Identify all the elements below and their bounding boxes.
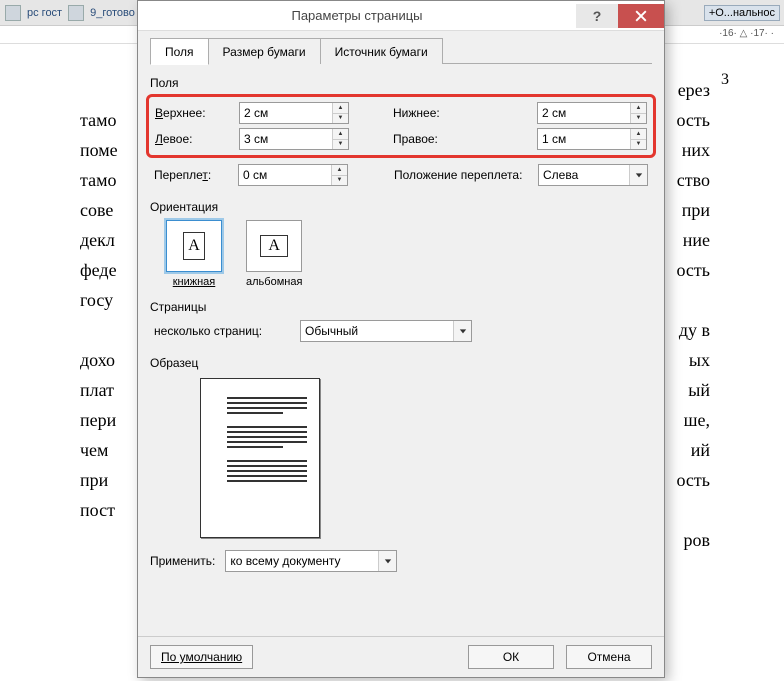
preview-page-icon (200, 378, 320, 538)
section-orientation-label: Ориентация (150, 200, 652, 214)
open-doc-1[interactable]: рс гост (27, 7, 62, 19)
portrait-label: книжная (173, 276, 216, 288)
section-margins-label: Поля (150, 76, 652, 90)
spin-down-icon[interactable]: ▼ (631, 114, 646, 124)
cancel-button[interactable]: Отмена (566, 645, 652, 669)
spin-up-icon[interactable]: ▲ (333, 129, 348, 140)
right-margin-field[interactable] (538, 129, 630, 149)
dialog-title: Параметры страницы (138, 8, 576, 23)
margins-highlight: Верхнее: ▲▼ Нижнее: ▲▼ Левое: ▲▼ (146, 94, 656, 158)
ruler-marks: ·16· △ ·17· · (719, 28, 774, 39)
help-button[interactable]: ? (576, 4, 618, 28)
multiple-pages-field[interactable] (301, 321, 453, 341)
portrait-icon: A (183, 232, 205, 260)
tab-fields[interactable]: Поля (150, 38, 209, 65)
spin-up-icon[interactable]: ▲ (333, 103, 348, 114)
dropdown-icon[interactable] (378, 551, 396, 571)
spin-down-icon[interactable]: ▼ (333, 140, 348, 150)
close-icon (635, 10, 647, 22)
left-margin-field[interactable] (240, 129, 332, 149)
page-setup-dialog: Параметры страницы ? Поля Размер бумаги … (137, 0, 665, 678)
label-right: Правое: (393, 132, 531, 146)
open-doc-2[interactable]: 9_готово (90, 7, 135, 19)
right-badge: +О...нальнос (704, 5, 780, 21)
gutter-field[interactable] (239, 165, 331, 185)
input-bottom-margin[interactable]: ▲▼ (537, 102, 647, 124)
dialog-footer: По умолчанию ОК Отмена (138, 636, 664, 677)
label-gutter: Переплет: (154, 168, 232, 182)
tab-strip: Поля Размер бумаги Источник бумаги (150, 37, 652, 64)
label-apply-to: Применить: (150, 554, 215, 568)
orientation-landscape[interactable]: A альбомная (246, 220, 302, 288)
spin-up-icon[interactable]: ▲ (631, 103, 646, 114)
title-bar: Параметры страницы ? (138, 1, 664, 31)
tab-paper-source[interactable]: Источник бумаги (320, 38, 443, 64)
combo-gutter-position[interactable] (538, 164, 648, 186)
dropdown-icon[interactable] (629, 165, 647, 185)
combo-apply-to[interactable] (225, 550, 397, 572)
label-gutter-position: Положение переплета: (394, 168, 532, 182)
spin-up-icon[interactable]: ▲ (332, 165, 347, 176)
close-button[interactable] (618, 4, 664, 28)
top-margin-field[interactable] (240, 103, 332, 123)
page-number: 3 (721, 65, 729, 95)
input-left-margin[interactable]: ▲▼ (239, 128, 349, 150)
tab-paper-size[interactable]: Размер бумаги (208, 38, 321, 64)
label-multiple-pages: несколько страниц: (154, 324, 294, 338)
spin-down-icon[interactable]: ▼ (332, 176, 347, 186)
input-right-margin[interactable]: ▲▼ (537, 128, 647, 150)
label-bottom: Нижнее: (393, 106, 531, 120)
bottom-margin-field[interactable] (538, 103, 630, 123)
spin-down-icon[interactable]: ▼ (631, 140, 646, 150)
dropdown-icon[interactable] (453, 321, 471, 341)
input-top-margin[interactable]: ▲▼ (239, 102, 349, 124)
doc-icon (5, 5, 21, 21)
ok-button[interactable]: ОК (468, 645, 554, 669)
section-preview-label: Образец (150, 356, 652, 370)
orientation-portrait[interactable]: A книжная (166, 220, 222, 288)
combo-multiple-pages[interactable] (300, 320, 472, 342)
doc-icon (68, 5, 84, 21)
landscape-label: альбомная (246, 276, 302, 288)
spin-down-icon[interactable]: ▼ (333, 114, 348, 124)
default-button[interactable]: По умолчанию (150, 645, 253, 669)
label-left: Левое: (155, 132, 233, 146)
section-pages-label: Страницы (150, 300, 652, 314)
input-gutter[interactable]: ▲▼ (238, 164, 348, 186)
spin-up-icon[interactable]: ▲ (631, 129, 646, 140)
landscape-icon: A (260, 235, 288, 257)
apply-to-field[interactable] (226, 551, 378, 571)
label-top: Верхнее: (155, 106, 233, 120)
gutter-position-field[interactable] (539, 165, 629, 185)
